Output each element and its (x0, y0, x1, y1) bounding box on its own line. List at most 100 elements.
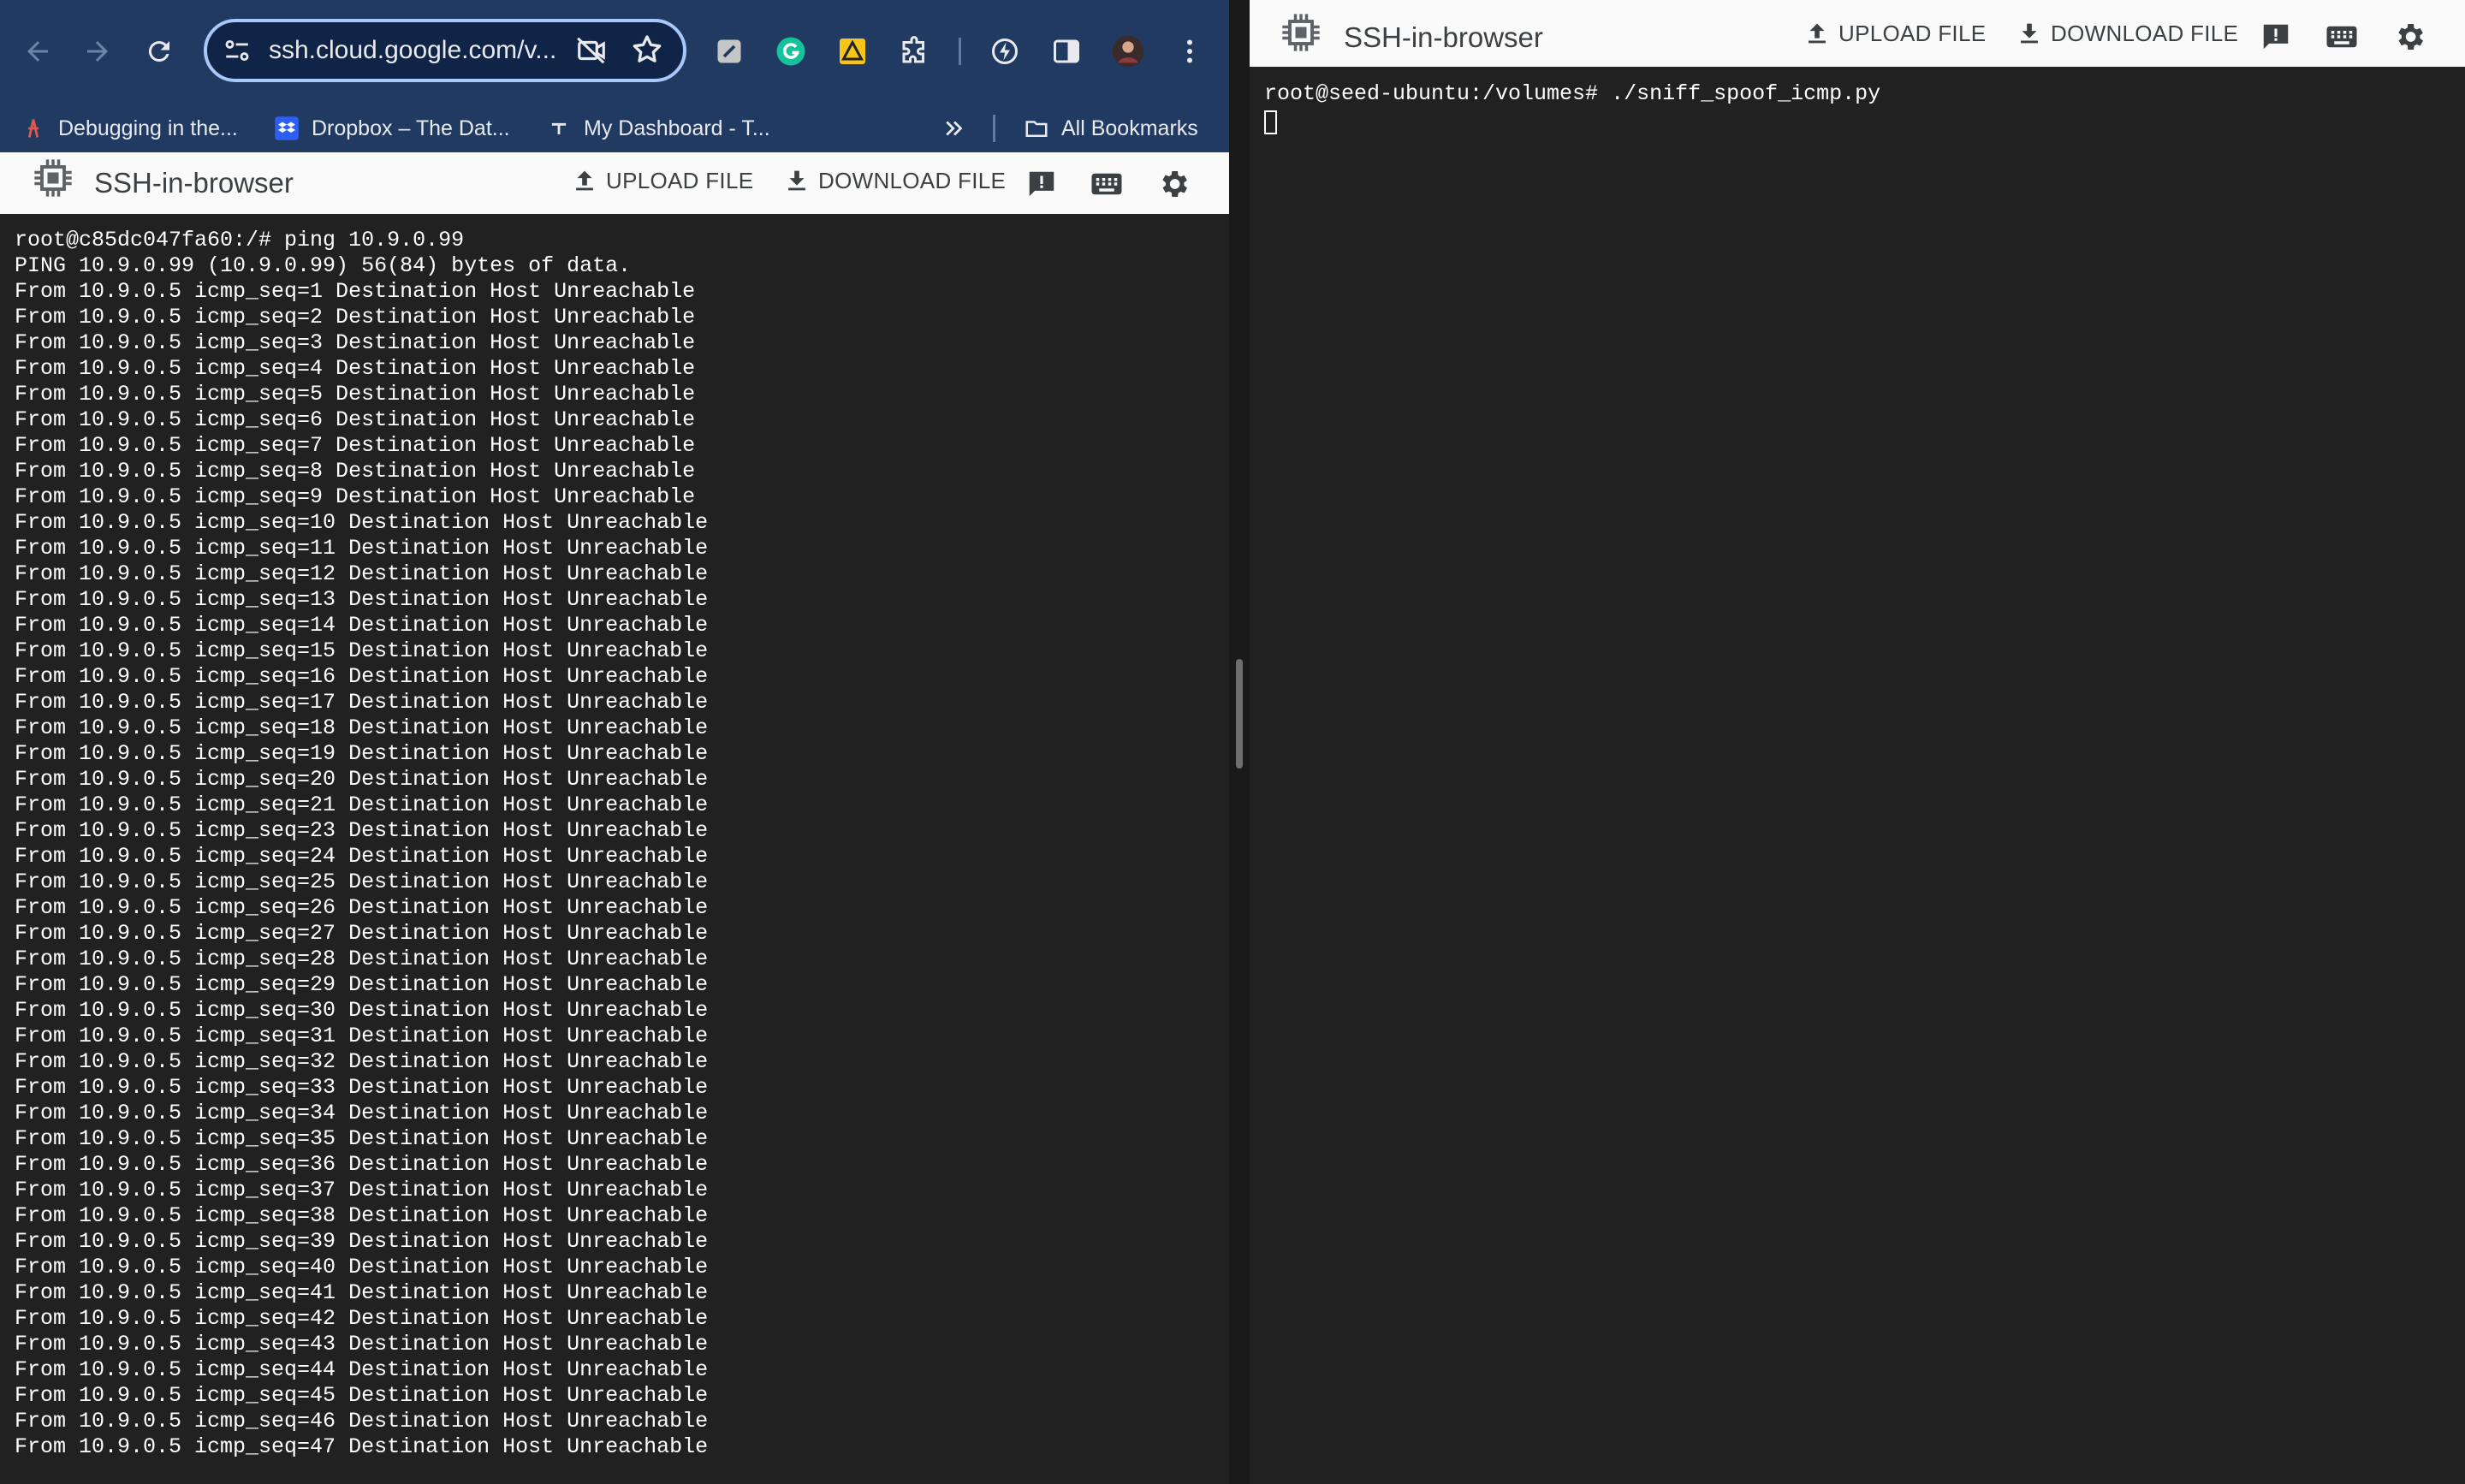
browser-menu-icon[interactable] (1171, 33, 1209, 70)
forward-arrow-icon (87, 41, 108, 62)
back-button[interactable] (17, 31, 58, 72)
terminal-line: From 10.9.0.5 icmp_seq=46 Destination Ho… (15, 1409, 709, 1434)
terminal-line: From 10.9.0.5 icmp_seq=44 Destination Ho… (15, 1357, 709, 1382)
terminal-line: From 10.9.0.5 icmp_seq=19 Destination Ho… (15, 741, 709, 766)
bookmark-label: Debugging in the... (58, 116, 238, 140)
terminal-line: From 10.9.0.5 icmp_seq=6 Destination Hos… (15, 407, 696, 432)
bookmark-label: My Dashboard - T... (584, 116, 770, 140)
dropbox-icon (274, 116, 300, 141)
terminal-line: From 10.9.0.5 icmp_seq=42 Destination Ho… (15, 1306, 709, 1331)
folder-icon (1024, 116, 1049, 141)
more-bookmarks-chevron-icon[interactable] (941, 113, 967, 144)
terminal-left[interactable]: root@c85dc047fa60:/# ping 10.9.0.99 PING … (0, 214, 1229, 1484)
terminal-line: From 10.9.0.5 icmp_seq=36 Destination Ho… (15, 1152, 709, 1177)
terminal-line: From 10.9.0.5 icmp_seq=33 Destination Ho… (15, 1075, 709, 1100)
camera-blocked-icon[interactable] (575, 34, 608, 67)
download-file-button[interactable]: DOWNLOAD FILE (2015, 19, 2238, 48)
extensions-puzzle-icon[interactable] (895, 33, 933, 70)
download-icon (2021, 23, 2038, 44)
download-label: DOWNLOAD FILE (2051, 20, 2239, 46)
settings-gear-icon[interactable] (2391, 19, 2427, 55)
terminal-line: root@seed-ubuntu:/volumes# ./sniff_spoof… (1264, 81, 1881, 106)
keyboard-icon[interactable] (1089, 166, 1125, 202)
bookmarks-bar: Debugging in the... Dropbox – The Dat...… (0, 103, 1229, 152)
terminal-line: From 10.9.0.5 icmp_seq=4 Destination Hos… (15, 356, 696, 381)
settings-gear-icon[interactable] (1155, 166, 1191, 202)
profile-avatar[interactable] (1109, 33, 1147, 70)
terminal-line: From 10.9.0.5 icmp_seq=2 Destination Hos… (15, 305, 696, 329)
keyboard-icon[interactable] (2324, 19, 2360, 55)
download-icon (788, 170, 805, 191)
side-panel-icon[interactable] (1048, 33, 1085, 70)
feedback-icon[interactable] (1024, 166, 1060, 202)
terminal-line: From 10.9.0.5 icmp_seq=20 Destination Ho… (15, 767, 709, 792)
upload-label: UPLOAD FILE (1838, 20, 1987, 46)
upload-icon (576, 170, 593, 191)
terminal-line: From 10.9.0.5 icmp_seq=13 Destination Ho… (15, 587, 709, 612)
terminal-line: From 10.9.0.5 icmp_seq=21 Destination Ho… (15, 792, 709, 817)
terminal-line: From 10.9.0.5 icmp_seq=32 Destination Ho… (15, 1049, 709, 1074)
download-file-button[interactable]: DOWNLOAD FILE (782, 166, 1006, 195)
resize-handle[interactable] (1236, 659, 1243, 769)
vm-chip-icon (34, 159, 72, 197)
terminal-line: From 10.9.0.5 icmp_seq=35 Destination Ho… (15, 1126, 709, 1151)
dashboard-icon (546, 116, 572, 141)
window-divider[interactable] (1229, 0, 1250, 1484)
terminal-line: From 10.9.0.5 icmp_seq=41 Destination Ho… (15, 1280, 709, 1305)
terminal-line: From 10.9.0.5 icmp_seq=5 Destination Hos… (15, 382, 696, 407)
all-bookmarks-label: All Bookmarks (1061, 116, 1198, 140)
url-text[interactable]: ssh.cloud.google.com/v... (269, 33, 577, 68)
bookmark-item[interactable]: Debugging in the... (21, 113, 238, 144)
terminal-line: PING 10.9.0.99 (10.9.0.99) 56(84) bytes … (15, 253, 632, 278)
bookmark-item[interactable]: Dropbox – The Dat... (274, 113, 510, 144)
terminal-line: From 10.9.0.5 icmp_seq=3 Destination Hos… (15, 330, 696, 355)
terminal-line: From 10.9.0.5 icmp_seq=26 Destination Ho… (15, 895, 709, 920)
feedback-icon[interactable] (2258, 19, 2294, 55)
ssh-header-left: SSH-in-browser UPLOAD FILE DOWNLOAD FILE (0, 152, 1229, 214)
terminal-line: From 10.9.0.5 icmp_seq=25 Destination Ho… (15, 870, 709, 894)
upload-file-button[interactable]: UPLOAD FILE (1803, 19, 1986, 48)
terminal-line: From 10.9.0.5 icmp_seq=47 Destination Ho… (15, 1434, 709, 1459)
terminal-line: From 10.9.0.5 icmp_seq=37 Destination Ho… (15, 1178, 709, 1202)
terminal-line: From 10.9.0.5 icmp_seq=24 Destination Ho… (15, 844, 709, 869)
browser-toolbar: ssh.cloud.google.com/v... (0, 0, 1229, 103)
terminal-line: From 10.9.0.5 icmp_seq=23 Destination Ho… (15, 818, 709, 843)
terminal-line: From 10.9.0.5 icmp_seq=9 Destination Hos… (15, 484, 696, 509)
performance-icon[interactable] (986, 33, 1024, 70)
terminal-line: From 10.9.0.5 icmp_seq=45 Destination Ho… (15, 1383, 709, 1408)
reload-button[interactable] (139, 31, 180, 72)
site-info-icon[interactable] (223, 36, 252, 65)
upload-file-button[interactable]: UPLOAD FILE (570, 166, 753, 195)
terminal-cursor (1264, 110, 1277, 134)
bookmark-item[interactable]: My Dashboard - T... (546, 113, 770, 144)
terminal-line: From 10.9.0.5 icmp_seq=10 Destination Ho… (15, 510, 709, 535)
upload-icon (1809, 23, 1826, 44)
right-ssh-window: SSH-in-browser UPLOAD FILE DOWNLOAD FILE… (1250, 0, 2465, 1484)
forward-button[interactable] (77, 31, 118, 72)
terminal-line: From 10.9.0.5 icmp_seq=40 Destination Ho… (15, 1255, 709, 1279)
yellow-warning-extension-icon[interactable] (834, 33, 871, 70)
grammarly-icon[interactable] (772, 33, 810, 70)
ssh-header-right: SSH-in-browser UPLOAD FILE DOWNLOAD FILE (1250, 0, 2465, 67)
all-bookmarks-button[interactable]: All Bookmarks (1024, 113, 1198, 144)
terminal-line: From 10.9.0.5 icmp_seq=17 Destination Ho… (15, 690, 709, 715)
back-arrow-icon (27, 41, 48, 62)
terminal-line: From 10.9.0.5 icmp_seq=29 Destination Ho… (15, 972, 709, 997)
terminal-line: From 10.9.0.5 icmp_seq=39 Destination Ho… (15, 1229, 709, 1254)
bookmark-star-icon[interactable] (630, 33, 664, 67)
terminal-line: From 10.9.0.5 icmp_seq=16 Destination Ho… (15, 664, 709, 689)
terminal-line: From 10.9.0.5 icmp_seq=1 Destination Hos… (15, 279, 696, 304)
terminal-line: From 10.9.0.5 icmp_seq=38 Destination Ho… (15, 1203, 709, 1228)
terminal-line: From 10.9.0.5 icmp_seq=27 Destination Ho… (15, 921, 709, 946)
terminal-right[interactable]: root@seed-ubuntu:/volumes# ./sniff_spoof… (1250, 67, 2465, 1484)
terminal-line: root@c85dc047fa60:/# ping 10.9.0.99 (15, 228, 465, 252)
terminal-line: From 10.9.0.5 icmp_seq=14 Destination Ho… (15, 613, 709, 638)
extension-puzzle-pencil-icon[interactable] (710, 33, 748, 70)
terminal-line: From 10.9.0.5 icmp_seq=18 Destination Ho… (15, 715, 709, 740)
address-bar[interactable]: ssh.cloud.google.com/v... (204, 19, 686, 82)
download-label: DOWNLOAD FILE (818, 167, 1007, 193)
terminal-line: From 10.9.0.5 icmp_seq=8 Destination Hos… (15, 459, 696, 484)
left-browser-window: ssh.cloud.google.com/v... Debugging in t… (0, 0, 1229, 1484)
bookmarks-separator (993, 115, 995, 142)
terminal-line: From 10.9.0.5 icmp_seq=15 Destination Ho… (15, 638, 709, 663)
